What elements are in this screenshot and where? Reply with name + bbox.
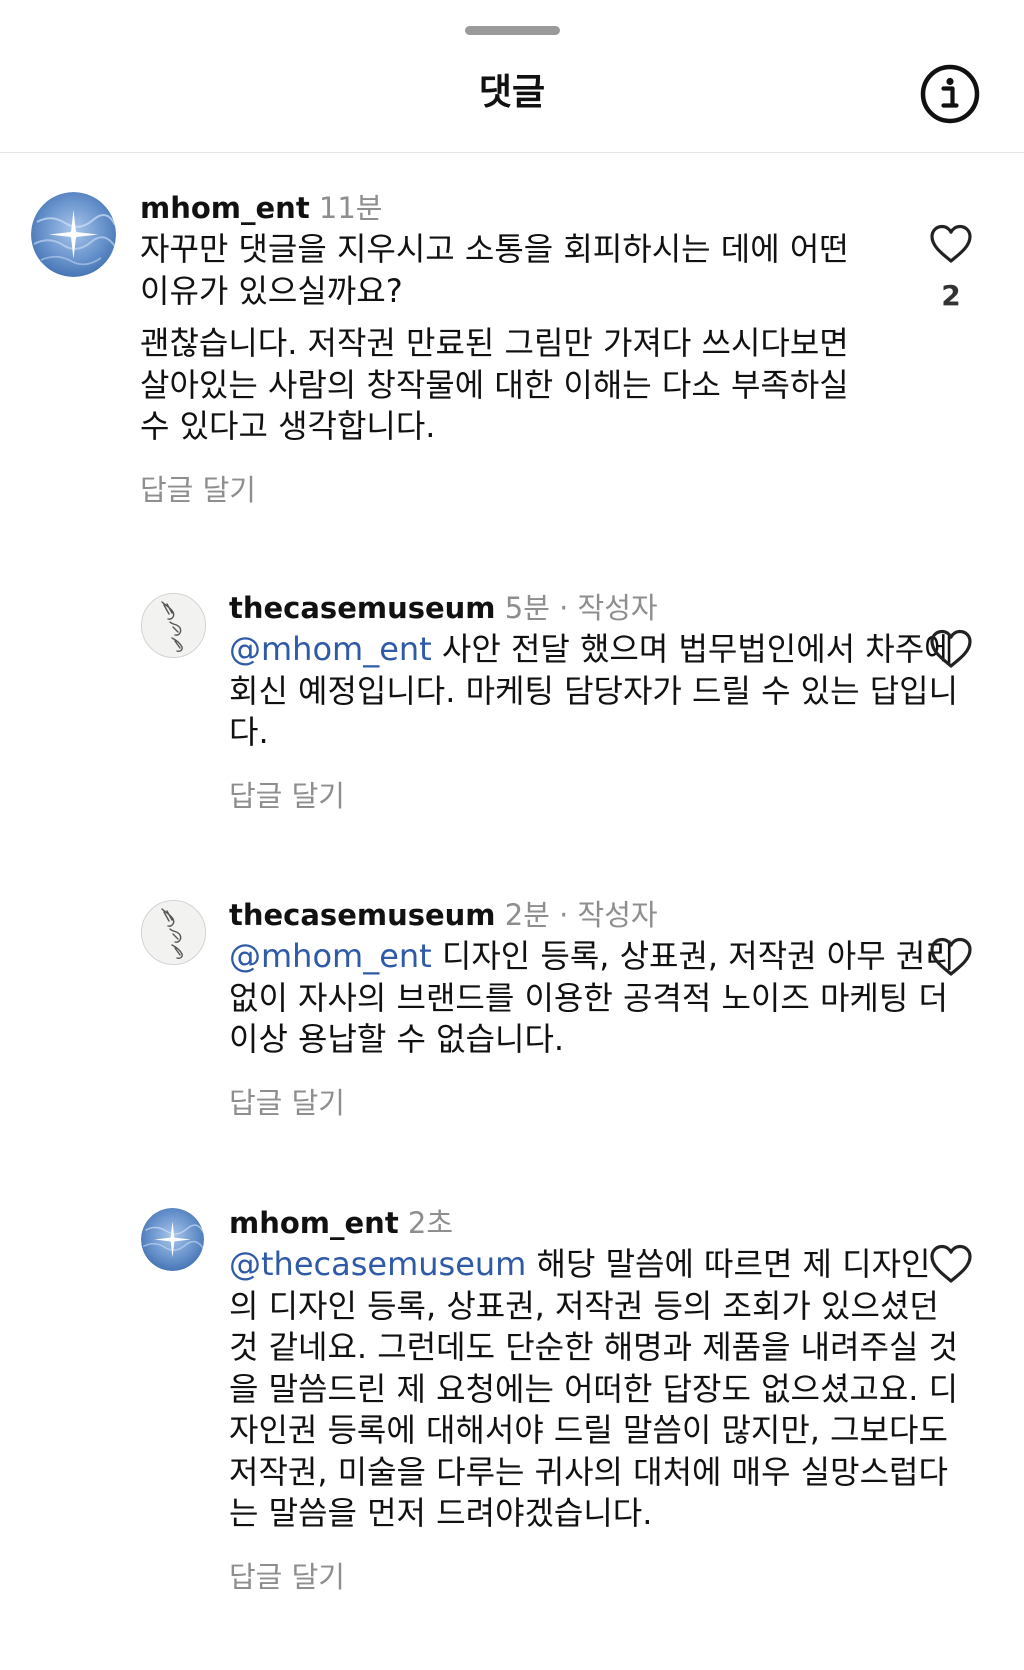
comment-text: @mhom_ent 디자인 등록, 상표권, 저작권 아무 권리 없이 자사의 … (229, 936, 959, 1061)
heart-outline-icon[interactable] (929, 629, 973, 673)
comment-paragraph: @thecasemuseum 해당 말씀에 따르면 제 디자인의 디자인 등록,… (229, 1244, 959, 1535)
sparkle-water-avatar (31, 192, 116, 277)
comment-meta: thecasemuseum 5분 · 작성자 (229, 588, 959, 628)
reply-button[interactable]: 답글 달기 (229, 1083, 959, 1123)
comment-username[interactable]: mhom_ent (229, 1206, 399, 1240)
mention-link[interactable]: @mhom_ent (229, 630, 432, 668)
mention-link[interactable]: @thecasemuseum (229, 1245, 526, 1283)
comment-body: thecasemuseum 2분 · 작성자 @mhom_ent 디자인 등록,… (229, 895, 959, 1123)
author-badge: 작성자 (577, 898, 658, 932)
comment-paragraph: @mhom_ent 사안 전달 했으며 법무법인에서 차주에 회신 예정입니다.… (229, 629, 959, 754)
like-control: 2 (926, 224, 976, 314)
avatar[interactable] (31, 192, 116, 277)
comment-username[interactable]: thecasemuseum (229, 898, 496, 932)
heart-outline-icon[interactable] (929, 224, 973, 268)
comment-message: 해당 말씀에 따르면 제 디자인의 디자인 등록, 상표권, 저작권 등의 조회… (229, 1245, 959, 1532)
comment-paragraph: 자꾸만 댓글을 지우시고 소통을 회피하시는 데에 어떤 이유가 있으실까요? (140, 230, 849, 310)
avatar[interactable] (141, 1208, 204, 1271)
comment-username[interactable]: thecasemuseum (229, 591, 496, 625)
comment-meta: mhom_ent 11분 (140, 188, 870, 228)
hands-sketch-avatar (142, 901, 205, 964)
avatar[interactable] (141, 900, 206, 965)
avatar[interactable] (141, 593, 206, 658)
meta-separator: · (559, 591, 569, 625)
page-title: 댓글 (478, 72, 546, 113)
info-circle-icon[interactable] (919, 63, 981, 125)
sparkle-water-avatar (141, 1208, 204, 1271)
comment-timestamp: 11분 (318, 191, 383, 225)
drag-handle[interactable] (465, 26, 560, 35)
comment-timestamp: 2분 (504, 898, 550, 932)
meta-separator: · (559, 898, 569, 932)
reply-button[interactable]: 답글 달기 (140, 470, 870, 510)
like-count: 2 (941, 279, 961, 312)
comment-text: @thecasemuseum 해당 말씀에 따르면 제 디자인의 디자인 등록,… (229, 1244, 959, 1535)
comment-text: @mhom_ent 사안 전달 했으며 법무법인에서 차주에 회신 예정입니다.… (229, 629, 959, 754)
mention-link[interactable]: @mhom_ent (229, 937, 432, 975)
comment-timestamp: 5분 (504, 591, 550, 625)
comments-sheet: 댓글 mhom_ent 11분 자꾸만 댓글을 지우시고 소통을 회피하시는 데… (0, 0, 1024, 1670)
comment-timestamp: 2초 (407, 1206, 454, 1240)
comment-body: mhom_ent 2초 @thecasemuseum 해당 말씀에 따르면 제 … (229, 1203, 959, 1597)
reply-button[interactable]: 답글 달기 (229, 776, 959, 816)
comment-body: mhom_ent 11분 자꾸만 댓글을 지우시고 소통을 회피하시는 데에 어… (140, 188, 870, 510)
heart-outline-icon[interactable] (929, 1244, 973, 1288)
like-control (926, 629, 976, 673)
comment-text: 자꾸만 댓글을 지우시고 소통을 회피하시는 데에 어떤 이유가 있으실까요? … (140, 229, 870, 448)
heart-outline-icon[interactable] (929, 937, 973, 981)
like-control (926, 1244, 976, 1288)
comment-meta: mhom_ent 2초 (229, 1203, 959, 1243)
author-badge: 작성자 (577, 591, 658, 625)
like-control (926, 937, 976, 981)
comment-meta: thecasemuseum 2분 · 작성자 (229, 895, 959, 935)
comment-username[interactable]: mhom_ent (140, 191, 310, 225)
comment-body: thecasemuseum 5분 · 작성자 @mhom_ent 사안 전달 했… (229, 588, 959, 816)
reply-button[interactable]: 답글 달기 (229, 1557, 959, 1597)
hands-sketch-avatar (142, 594, 205, 657)
comment-paragraph: 괜찮습니다. 저작권 만료된 그림만 가져다 쓰시다보면 살아있는 사람의 창작… (140, 324, 849, 445)
comment-paragraph: @mhom_ent 디자인 등록, 상표권, 저작권 아무 권리 없이 자사의 … (229, 936, 959, 1061)
sheet-header: 댓글 (0, 0, 1024, 153)
